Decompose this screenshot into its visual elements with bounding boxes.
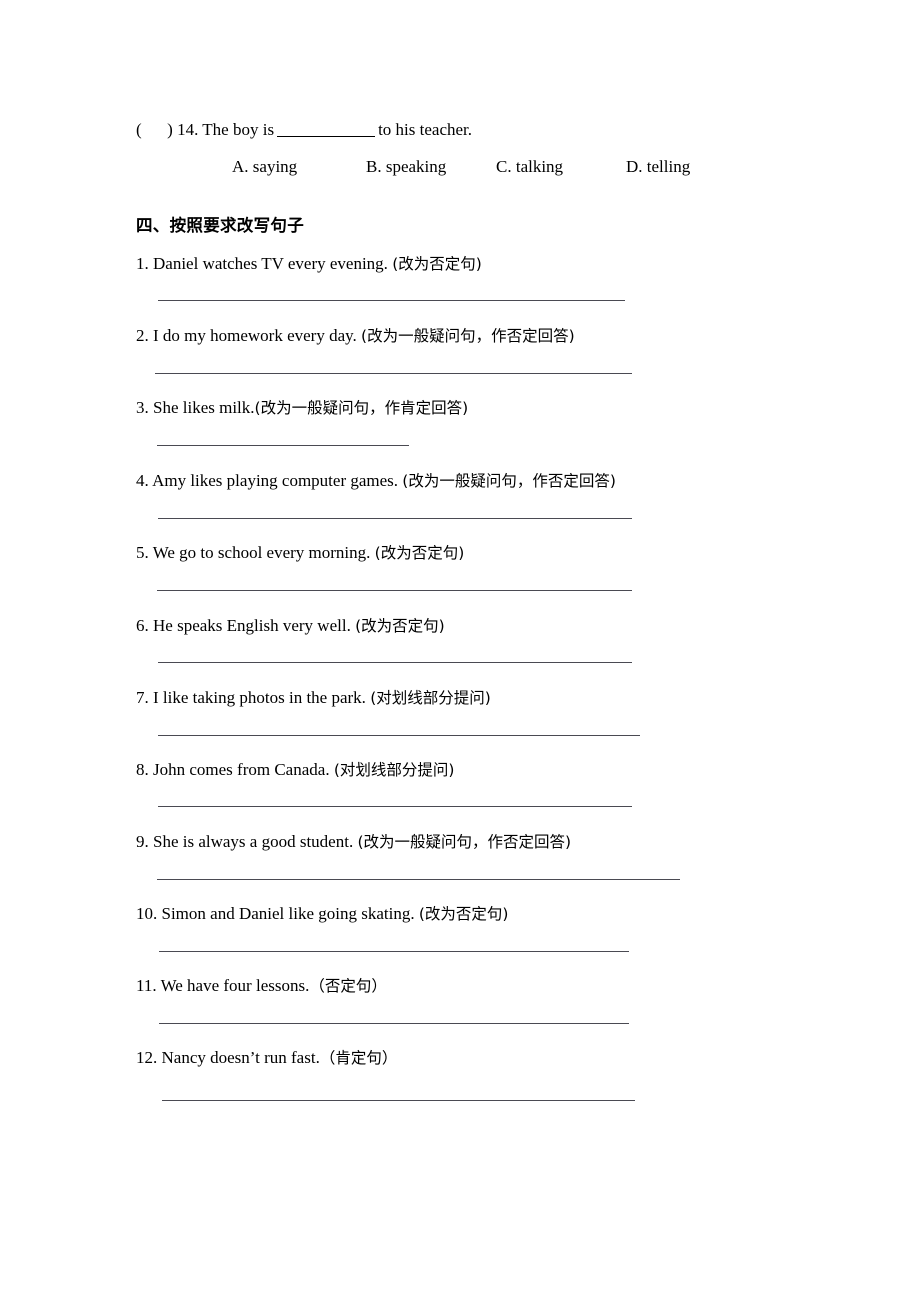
exercise-item-4: 4. Amy likes playing computer games. (改为… — [136, 469, 616, 493]
mc-option-b-text: speaking — [385, 157, 447, 176]
item-2-number: 2. — [136, 326, 149, 345]
item-1-sentence: Daniel watches TV every evening. — [153, 254, 388, 273]
mc-answer-blank — [277, 136, 376, 137]
mc-option-a-key: A. — [232, 157, 249, 176]
item-5-sentence: We go to school every morning. — [152, 543, 371, 562]
mc-option-c-text: talking — [515, 157, 564, 176]
exercise-item-5: 5. We go to school every morning. (改为否定句… — [136, 541, 464, 565]
item-8-number: 8. — [136, 760, 149, 779]
item-1-number: 1. — [136, 254, 149, 273]
worksheet-page: ( ) 14. The boy is to his teacher. A. say… — [0, 0, 920, 1302]
item-5-instruction: (改为否定句) — [374, 544, 465, 562]
answer-line-12[interactable] — [162, 1100, 635, 1101]
item-4-sentence: Amy likes playing computer games. — [152, 471, 399, 490]
exercise-item-1: 1. Daniel watches TV every evening. (改为否… — [136, 252, 482, 276]
exercise-item-11: 11. We have four lessons.（否定句） — [136, 974, 387, 998]
item-10-sentence: Simon and Daniel like going skating. — [161, 904, 415, 923]
item-9-sentence: She is always a good student. — [153, 832, 354, 851]
item-11-sentence: We have four lessons. — [160, 976, 310, 995]
exercise-item-7: 7. I like taking photos in the park. (对划… — [136, 686, 491, 710]
item-11-instruction: （否定句） — [309, 977, 387, 995]
answer-line-2[interactable] — [155, 373, 632, 374]
answer-line-6[interactable] — [158, 662, 632, 663]
item-7-number: 7. — [136, 688, 149, 707]
answer-line-1[interactable] — [158, 300, 625, 301]
item-8-sentence: John comes from Canada. — [153, 760, 330, 779]
item-4-number: 4. — [136, 471, 149, 490]
item-9-number: 9. — [136, 832, 149, 851]
item-3-instruction: (改为一般疑问句，作肯定回答) — [254, 399, 469, 417]
item-6-instruction: (改为否定句) — [355, 617, 445, 635]
item-2-sentence: I do my homework every day. — [153, 326, 357, 345]
item-6-number: 6. — [136, 616, 149, 635]
item-3-number: 3. — [136, 398, 149, 417]
mc-bracket-close: ) — [167, 120, 173, 139]
exercise-item-12: 12. Nancy doesn’t run fast.（肯定句） — [136, 1046, 397, 1070]
mc-option-b: B. speaking — [366, 155, 446, 179]
mc-option-d-key: D. — [626, 157, 643, 176]
item-8-instruction: (对划线部分提问) — [333, 761, 455, 779]
item-10-number: 10. — [136, 904, 158, 923]
exercise-item-6: 6. He speaks English very well. (改为否定句) — [136, 614, 445, 638]
answer-line-5[interactable] — [157, 590, 632, 591]
item-12-sentence: Nancy doesn’t run fast. — [161, 1048, 320, 1067]
item-12-number: 12. — [136, 1048, 158, 1067]
answer-line-8[interactable] — [158, 806, 632, 807]
mc-option-a-text: saying — [252, 157, 298, 176]
mc-stem-before-blank: The boy is — [202, 120, 275, 139]
answer-line-3[interactable] — [157, 445, 409, 446]
item-1-instruction: (改为否定句) — [392, 255, 482, 273]
answer-line-11[interactable] — [159, 1023, 629, 1024]
mc-option-d-text: telling — [646, 157, 691, 176]
item-3-sentence: She likes milk. — [153, 398, 255, 417]
exercise-item-2: 2. I do my homework every day. (改为一般疑问句，… — [136, 324, 575, 348]
item-2-instruction: (改为一般疑问句，作否定回答) — [361, 327, 575, 345]
mc-stem-after-blank: to his teacher. — [378, 120, 473, 139]
item-6-sentence: He speaks English very well. — [153, 616, 351, 635]
mc-option-c-key: C. — [496, 157, 512, 176]
mc-option-d: D. telling — [626, 155, 690, 179]
exercise-item-3: 3. She likes milk.(改为一般疑问句，作肯定回答) — [136, 396, 468, 420]
item-11-number: 11. — [136, 976, 157, 995]
mc-option-a: A. saying — [232, 155, 297, 179]
item-7-sentence: I like taking photos in the park. — [153, 688, 366, 707]
exercise-item-9: 9. She is always a good student. (改为一般疑问… — [136, 830, 571, 854]
exercise-item-10: 10. Simon and Daniel like going skating.… — [136, 902, 508, 926]
answer-line-9[interactable] — [157, 879, 680, 880]
mc-question-number: 14. — [177, 120, 199, 139]
section-heading: 四、按照要求改写句子 — [136, 216, 304, 235]
answer-line-4[interactable] — [158, 518, 632, 519]
item-5-number: 5. — [136, 543, 149, 562]
item-7-instruction: (对划线部分提问) — [370, 689, 491, 707]
item-10-instruction: (改为否定句) — [418, 905, 509, 923]
mc-bracket-open: ( — [136, 120, 142, 139]
mc-option-c: C. talking — [496, 155, 563, 179]
exercise-item-8: 8. John comes from Canada. (对划线部分提问) — [136, 758, 454, 782]
mc-option-b-key: B. — [366, 157, 382, 176]
item-9-instruction: (改为一般疑问句，作否定回答) — [357, 833, 572, 851]
answer-line-7[interactable] — [158, 735, 640, 736]
item-4-instruction: (改为一般疑问句，作否定回答) — [402, 472, 616, 490]
item-12-instruction: （肯定句） — [319, 1049, 398, 1067]
answer-line-10[interactable] — [159, 951, 629, 952]
mc-question-14: ( ) 14. The boy is to his teacher. — [136, 118, 472, 142]
